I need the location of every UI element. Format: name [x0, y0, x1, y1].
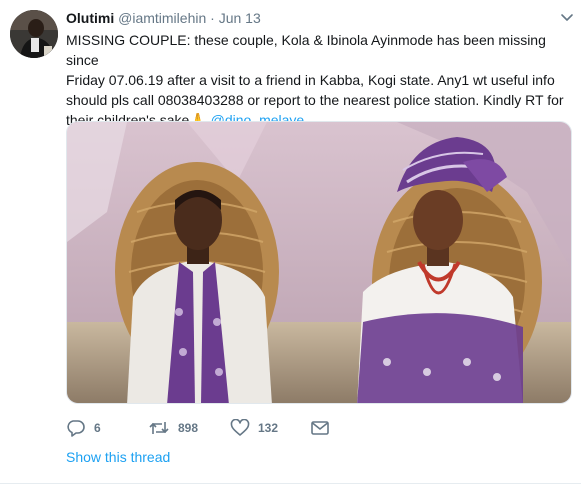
tweet-text: MISSING COUPLE: these couple, Kola & Ibi… [66, 30, 571, 130]
couple-photo [67, 122, 571, 403]
reply-button[interactable]: 6 [66, 418, 101, 438]
tweet-timestamp[interactable]: Jun 13 [219, 10, 261, 26]
retweet-count: 898 [178, 421, 199, 435]
tweet-header: Olutimi @iamtimilehin · Jun 13 [66, 9, 261, 27]
reply-count: 6 [94, 421, 101, 435]
show-thread-link[interactable]: Show this thread [66, 449, 170, 465]
envelope-icon [311, 421, 329, 435]
user-name[interactable]: Olutimi [66, 10, 114, 26]
direct-message-button[interactable] [310, 418, 330, 438]
heart-icon [230, 419, 250, 436]
user-handle[interactable]: @iamtimilehin [118, 10, 206, 26]
tweet-text-line: Friday 07.06.19 after a visit to a frien… [66, 72, 555, 88]
avatar-image [10, 10, 58, 58]
like-count: 132 [258, 421, 279, 435]
tweet[interactable]: Olutimi @iamtimilehin · Jun 13 MISSING C… [0, 0, 581, 484]
tweet-text-line: should pls call 08038403288 or report to… [66, 92, 564, 108]
chevron-down-icon[interactable] [560, 13, 574, 23]
like-button[interactable]: 132 [230, 418, 278, 438]
avatar[interactable] [10, 10, 58, 58]
separator-dot: · [210, 10, 215, 26]
reply-icon [67, 420, 85, 437]
tweet-photo[interactable] [66, 121, 572, 404]
retweet-icon [149, 422, 169, 434]
tweet-text-line: MISSING COUPLE: these couple, Kola & Ibi… [66, 32, 546, 68]
retweet-button[interactable]: 898 [148, 418, 198, 438]
